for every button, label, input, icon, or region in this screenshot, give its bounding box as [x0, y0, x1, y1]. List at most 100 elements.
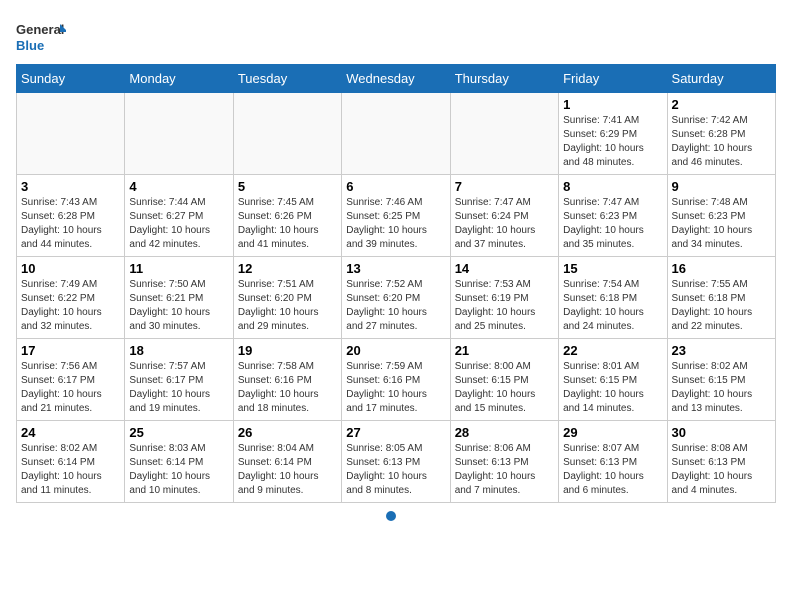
day-cell: 30Sunrise: 8:08 AM Sunset: 6:13 PM Dayli…	[667, 421, 775, 503]
day-cell: 16 Sunrise: 7:55 AM Sunset: 6:18 PM Dayli…	[667, 257, 775, 339]
day-info: Sunrise: 7:55 AM Sunset: 6:18 PM Dayligh…	[672, 278, 771, 334]
weekday-tuesday: Tuesday	[233, 65, 341, 93]
day-cell: 3Sunrise: 7:43 AM Sunset: 6:28 PM Daylig…	[17, 175, 125, 257]
day-info: Sunrise: 8:07 AM Sunset: 6:13 PM Dayligh…	[563, 442, 662, 498]
week-row-2: 3Sunrise: 7:43 AM Sunset: 6:28 PM Daylig…	[17, 175, 776, 257]
day-info: Sunrise: 8:00 AM Sunset: 6:15 PM Dayligh…	[455, 360, 554, 416]
day-number: 1	[563, 97, 662, 112]
day-cell: 26 Sunrise: 8:04 AM Sunset: 6:14 PM Dayli…	[233, 421, 341, 503]
day-info: Sunrise: 7:44 AM Sunset: 6:27 PM Dayligh…	[129, 196, 228, 252]
day-number: 5	[238, 179, 337, 194]
week-row-4: 17 Sunrise: 7:56 AM Sunset: 6:17 PM Dayli…	[17, 339, 776, 421]
day-cell: 5 Sunrise: 7:45 AM Sunset: 6:26 PM Daylig…	[233, 175, 341, 257]
day-info: Sunrise: 7:50 AM Sunset: 6:21 PM Dayligh…	[129, 278, 228, 334]
day-info: Sunrise: 8:02 AM Sunset: 6:14 PM Dayligh…	[21, 442, 120, 498]
day-cell	[233, 93, 341, 175]
day-cell: 29 Sunrise: 8:07 AM Sunset: 6:13 PM Dayli…	[559, 421, 667, 503]
calendar-table: SundayMondayTuesdayWednesdayThursdayFrid…	[16, 64, 776, 503]
day-number: 20	[346, 343, 445, 358]
day-number: 9	[672, 179, 771, 194]
day-cell: 10 Sunrise: 7:49 AM Sunset: 6:22 PM Dayli…	[17, 257, 125, 339]
day-cell: 9 Sunrise: 7:48 AM Sunset: 6:23 PM Daylig…	[667, 175, 775, 257]
page-header: General Blue	[16, 16, 776, 56]
weekday-saturday: Saturday	[667, 65, 775, 93]
day-info: Sunrise: 7:58 AM Sunset: 6:16 PM Dayligh…	[238, 360, 337, 416]
day-info: Sunrise: 7:54 AM Sunset: 6:18 PM Dayligh…	[563, 278, 662, 334]
day-number: 21	[455, 343, 554, 358]
day-cell: 13 Sunrise: 7:52 AM Sunset: 6:20 PM Dayli…	[342, 257, 450, 339]
day-cell: 11 Sunrise: 7:50 AM Sunset: 6:21 PM Dayli…	[125, 257, 233, 339]
day-cell: 6 Sunrise: 7:46 AM Sunset: 6:25 PM Daylig…	[342, 175, 450, 257]
day-cell	[342, 93, 450, 175]
day-cell: 27Sunrise: 8:05 AM Sunset: 6:13 PM Dayli…	[342, 421, 450, 503]
day-info: Sunrise: 8:02 AM Sunset: 6:15 PM Dayligh…	[672, 360, 771, 416]
day-info: Sunrise: 7:45 AM Sunset: 6:26 PM Dayligh…	[238, 196, 337, 252]
day-number: 11	[129, 261, 228, 276]
day-info: Sunrise: 7:51 AM Sunset: 6:20 PM Dayligh…	[238, 278, 337, 334]
weekday-thursday: Thursday	[450, 65, 558, 93]
day-number: 4	[129, 179, 228, 194]
day-number: 10	[21, 261, 120, 276]
day-cell: 20 Sunrise: 7:59 AM Sunset: 6:16 PM Dayli…	[342, 339, 450, 421]
weekday-wednesday: Wednesday	[342, 65, 450, 93]
day-info: Sunrise: 8:03 AM Sunset: 6:14 PM Dayligh…	[129, 442, 228, 498]
day-number: 17	[21, 343, 120, 358]
weekday-friday: Friday	[559, 65, 667, 93]
day-number: 12	[238, 261, 337, 276]
day-info: Sunrise: 7:41 AM Sunset: 6:29 PM Dayligh…	[563, 114, 662, 170]
day-cell	[125, 93, 233, 175]
day-info: Sunrise: 7:53 AM Sunset: 6:19 PM Dayligh…	[455, 278, 554, 334]
day-number: 6	[346, 179, 445, 194]
day-cell	[450, 93, 558, 175]
day-info: Sunrise: 8:05 AM Sunset: 6:13 PM Dayligh…	[346, 442, 445, 498]
week-row-3: 10 Sunrise: 7:49 AM Sunset: 6:22 PM Dayli…	[17, 257, 776, 339]
day-cell: 17 Sunrise: 7:56 AM Sunset: 6:17 PM Dayli…	[17, 339, 125, 421]
day-info: Sunrise: 7:48 AM Sunset: 6:23 PM Dayligh…	[672, 196, 771, 252]
day-cell: 1 Sunrise: 7:41 AM Sunset: 6:29 PM Daylig…	[559, 93, 667, 175]
day-number: 22	[563, 343, 662, 358]
day-number: 28	[455, 425, 554, 440]
day-info: Sunrise: 7:49 AM Sunset: 6:22 PM Dayligh…	[21, 278, 120, 334]
day-cell: 18Sunrise: 7:57 AM Sunset: 6:17 PM Dayli…	[125, 339, 233, 421]
day-info: Sunrise: 7:42 AM Sunset: 6:28 PM Dayligh…	[672, 114, 771, 170]
day-info: Sunrise: 7:59 AM Sunset: 6:16 PM Dayligh…	[346, 360, 445, 416]
day-cell: 28 Sunrise: 8:06 AM Sunset: 6:13 PM Dayli…	[450, 421, 558, 503]
week-row-5: 24Sunrise: 8:02 AM Sunset: 6:14 PM Dayli…	[17, 421, 776, 503]
day-cell: 2 Sunrise: 7:42 AM Sunset: 6:28 PM Daylig…	[667, 93, 775, 175]
week-row-1: 1 Sunrise: 7:41 AM Sunset: 6:29 PM Daylig…	[17, 93, 776, 175]
day-cell: 14Sunrise: 7:53 AM Sunset: 6:19 PM Dayli…	[450, 257, 558, 339]
day-cell: 15 Sunrise: 7:54 AM Sunset: 6:18 PM Dayli…	[559, 257, 667, 339]
day-info: Sunrise: 8:06 AM Sunset: 6:13 PM Dayligh…	[455, 442, 554, 498]
svg-text:General: General	[16, 22, 64, 37]
day-info: Sunrise: 7:47 AM Sunset: 6:23 PM Dayligh…	[563, 196, 662, 252]
day-number: 15	[563, 261, 662, 276]
day-info: Sunrise: 7:46 AM Sunset: 6:25 PM Dayligh…	[346, 196, 445, 252]
day-number: 7	[455, 179, 554, 194]
day-number: 18	[129, 343, 228, 358]
day-cell: 21 Sunrise: 8:00 AM Sunset: 6:15 PM Dayli…	[450, 339, 558, 421]
day-info: Sunrise: 7:43 AM Sunset: 6:28 PM Dayligh…	[21, 196, 120, 252]
day-cell: 4 Sunrise: 7:44 AM Sunset: 6:27 PM Daylig…	[125, 175, 233, 257]
day-info: Sunrise: 8:08 AM Sunset: 6:13 PM Dayligh…	[672, 442, 771, 498]
day-number: 2	[672, 97, 771, 112]
day-number: 29	[563, 425, 662, 440]
logo: General Blue	[16, 16, 66, 56]
day-info: Sunrise: 8:04 AM Sunset: 6:14 PM Dayligh…	[238, 442, 337, 498]
day-number: 23	[672, 343, 771, 358]
day-number: 13	[346, 261, 445, 276]
day-info: Sunrise: 7:56 AM Sunset: 6:17 PM Dayligh…	[21, 360, 120, 416]
day-number: 19	[238, 343, 337, 358]
day-info: Sunrise: 8:01 AM Sunset: 6:15 PM Dayligh…	[563, 360, 662, 416]
day-number: 26	[238, 425, 337, 440]
weekday-monday: Monday	[125, 65, 233, 93]
day-cell	[17, 93, 125, 175]
day-cell: 22 Sunrise: 8:01 AM Sunset: 6:15 PM Dayli…	[559, 339, 667, 421]
day-info: Sunrise: 7:52 AM Sunset: 6:20 PM Dayligh…	[346, 278, 445, 334]
day-number: 16	[672, 261, 771, 276]
day-cell: 25Sunrise: 8:03 AM Sunset: 6:14 PM Dayli…	[125, 421, 233, 503]
day-cell: 7Sunrise: 7:47 AM Sunset: 6:24 PM Daylig…	[450, 175, 558, 257]
logo-svg: General Blue	[16, 16, 66, 56]
weekday-sunday: Sunday	[17, 65, 125, 93]
day-cell: 12 Sunrise: 7:51 AM Sunset: 6:20 PM Dayli…	[233, 257, 341, 339]
weekday-header-row: SundayMondayTuesdayWednesdayThursdayFrid…	[17, 65, 776, 93]
